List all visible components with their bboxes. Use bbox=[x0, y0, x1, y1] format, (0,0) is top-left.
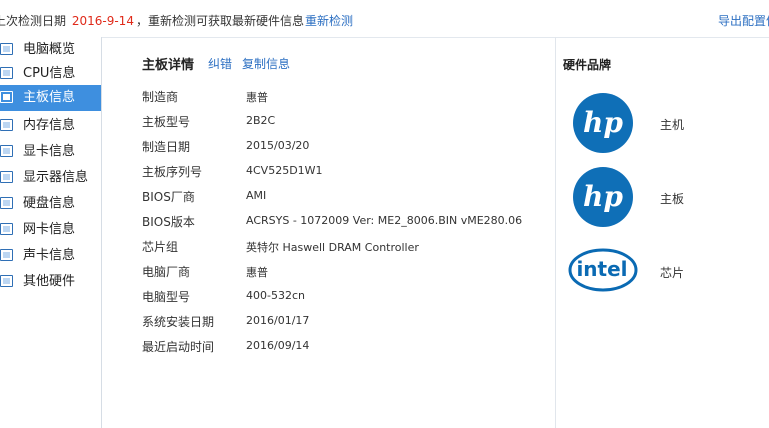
disk-icon bbox=[0, 197, 13, 209]
sidebar-item-disk[interactable]: 硬盘信息 bbox=[0, 191, 101, 217]
motherboard-details-panel: 主板详情 纠错 复制信息 制造商 惠普 主板型号 2B2C 制造日期 2015/03/… bbox=[102, 37, 555, 428]
sidebar-nav: 电脑概览 CPU信息 主板信息 内存信息 显卡信息 显示器信息 硬盘信息 网卡信… bbox=[0, 37, 102, 428]
detail-value: AMI bbox=[246, 189, 267, 202]
top-bar: 上次检测日期 2016-9-14 ，重新检测可获取最新硬件信息 重新检测 导出配置… bbox=[0, 0, 769, 38]
detail-value: 英特尔 Haswell DRAM Controller bbox=[246, 241, 419, 254]
detail-key: 主板型号 bbox=[142, 115, 191, 129]
sidebar-item-label: 显示器信息 bbox=[23, 170, 89, 185]
sidebar-item-label: 其他硬件 bbox=[23, 274, 76, 289]
sidebar-item-overview[interactable]: 电脑概览 bbox=[0, 37, 101, 63]
hp-logo-text: hp bbox=[583, 106, 623, 139]
sidebar-item-network[interactable]: 网卡信息 bbox=[0, 217, 101, 243]
sidebar-item-label: 电脑概览 bbox=[23, 42, 76, 57]
detail-key: 芯片组 bbox=[142, 240, 179, 254]
computer-icon bbox=[0, 43, 13, 55]
last-check-date: 2016-9-14 bbox=[71, 14, 134, 28]
detail-value: 400-532cn bbox=[246, 289, 305, 302]
detail-key: 系统安装日期 bbox=[142, 315, 215, 329]
sidebar-item-label: 网卡信息 bbox=[23, 222, 76, 237]
network-card-icon bbox=[0, 223, 13, 235]
sidebar-item-other[interactable]: 其他硬件 bbox=[0, 269, 101, 295]
detail-key: 电脑型号 bbox=[142, 290, 191, 304]
detail-value: ACRSYS - 1072009 Ver: ME2_8006.BIN vME28… bbox=[246, 214, 523, 227]
sidebar-item-sound[interactable]: 声卡信息 bbox=[0, 243, 101, 269]
sidebar-item-label: 声卡信息 bbox=[23, 248, 76, 263]
brand-label: 主机 bbox=[660, 118, 685, 132]
intel-logo: intel bbox=[566, 234, 640, 307]
detail-key: BIOS版本 bbox=[142, 215, 195, 229]
last-check-info: 上次检测日期 2016-9-14 ，重新检测可获取最新硬件信息 bbox=[0, 12, 304, 29]
monitor-icon bbox=[0, 171, 13, 183]
detail-value: 惠普 bbox=[246, 266, 268, 279]
copy-info-link[interactable]: 复制信息 bbox=[242, 55, 290, 72]
detail-value: 2015/03/20 bbox=[246, 139, 310, 152]
section-title: 主板详情 bbox=[142, 58, 195, 73]
intel-logo-text: intel bbox=[576, 257, 627, 281]
gpu-icon bbox=[0, 145, 13, 157]
last-check-label: 上次检测日期 bbox=[0, 14, 67, 28]
sidebar-item-motherboard[interactable]: 主板信息 bbox=[0, 85, 101, 111]
detail-value: 4CV525D1W1 bbox=[246, 164, 323, 177]
hp-logo: hp bbox=[566, 160, 640, 233]
sidebar-item-memory[interactable]: 内存信息 bbox=[0, 113, 101, 139]
recheck-link[interactable]: 重新检测 bbox=[305, 12, 353, 29]
other-hardware-icon bbox=[0, 275, 13, 287]
detail-key: 制造商 bbox=[142, 90, 179, 104]
detail-key: 电脑厂商 bbox=[142, 265, 191, 279]
brand-panel-title: 硬件品牌 bbox=[563, 58, 612, 72]
sidebar-item-label: 主板信息 bbox=[23, 90, 76, 105]
sidebar-item-label: 显卡信息 bbox=[23, 144, 76, 159]
recheck-hint: ，重新检测可获取最新硬件信息 bbox=[135, 14, 304, 28]
brand-label: 芯片 bbox=[660, 266, 685, 280]
detail-value: 2B2C bbox=[246, 114, 276, 127]
sidebar-item-label: 硬盘信息 bbox=[23, 196, 76, 211]
detail-value: 惠普 bbox=[246, 91, 268, 104]
detail-key: 制造日期 bbox=[142, 140, 191, 154]
sidebar-item-label: 内存信息 bbox=[23, 118, 76, 133]
export-config-link[interactable]: 导出配置信 bbox=[718, 12, 769, 29]
detail-value: 2016/09/14 bbox=[246, 339, 310, 352]
sidebar-item-gpu[interactable]: 显卡信息 bbox=[0, 139, 101, 165]
cpu-icon bbox=[0, 67, 13, 79]
sound-card-icon bbox=[0, 249, 13, 261]
sidebar-item-label: CPU信息 bbox=[23, 66, 76, 81]
sidebar-item-monitor[interactable]: 显示器信息 bbox=[0, 165, 101, 191]
memory-icon bbox=[0, 119, 13, 131]
hp-logo-text: hp bbox=[583, 180, 623, 213]
detail-key: BIOS厂商 bbox=[142, 190, 195, 204]
brand-label: 主板 bbox=[660, 192, 685, 206]
hp-logo: hp bbox=[566, 86, 640, 159]
detail-key: 主板序列号 bbox=[142, 165, 203, 179]
detail-key: 最近启动时间 bbox=[142, 340, 215, 354]
sidebar-item-cpu[interactable]: CPU信息 bbox=[0, 61, 101, 87]
detail-value: 2016/01/17 bbox=[246, 314, 310, 327]
hardware-brand-panel: 硬件品牌 hp 主机 hp 主板 intel 芯片 bbox=[556, 37, 769, 428]
motherboard-icon bbox=[0, 91, 13, 103]
report-error-link[interactable]: 纠错 bbox=[208, 55, 232, 72]
